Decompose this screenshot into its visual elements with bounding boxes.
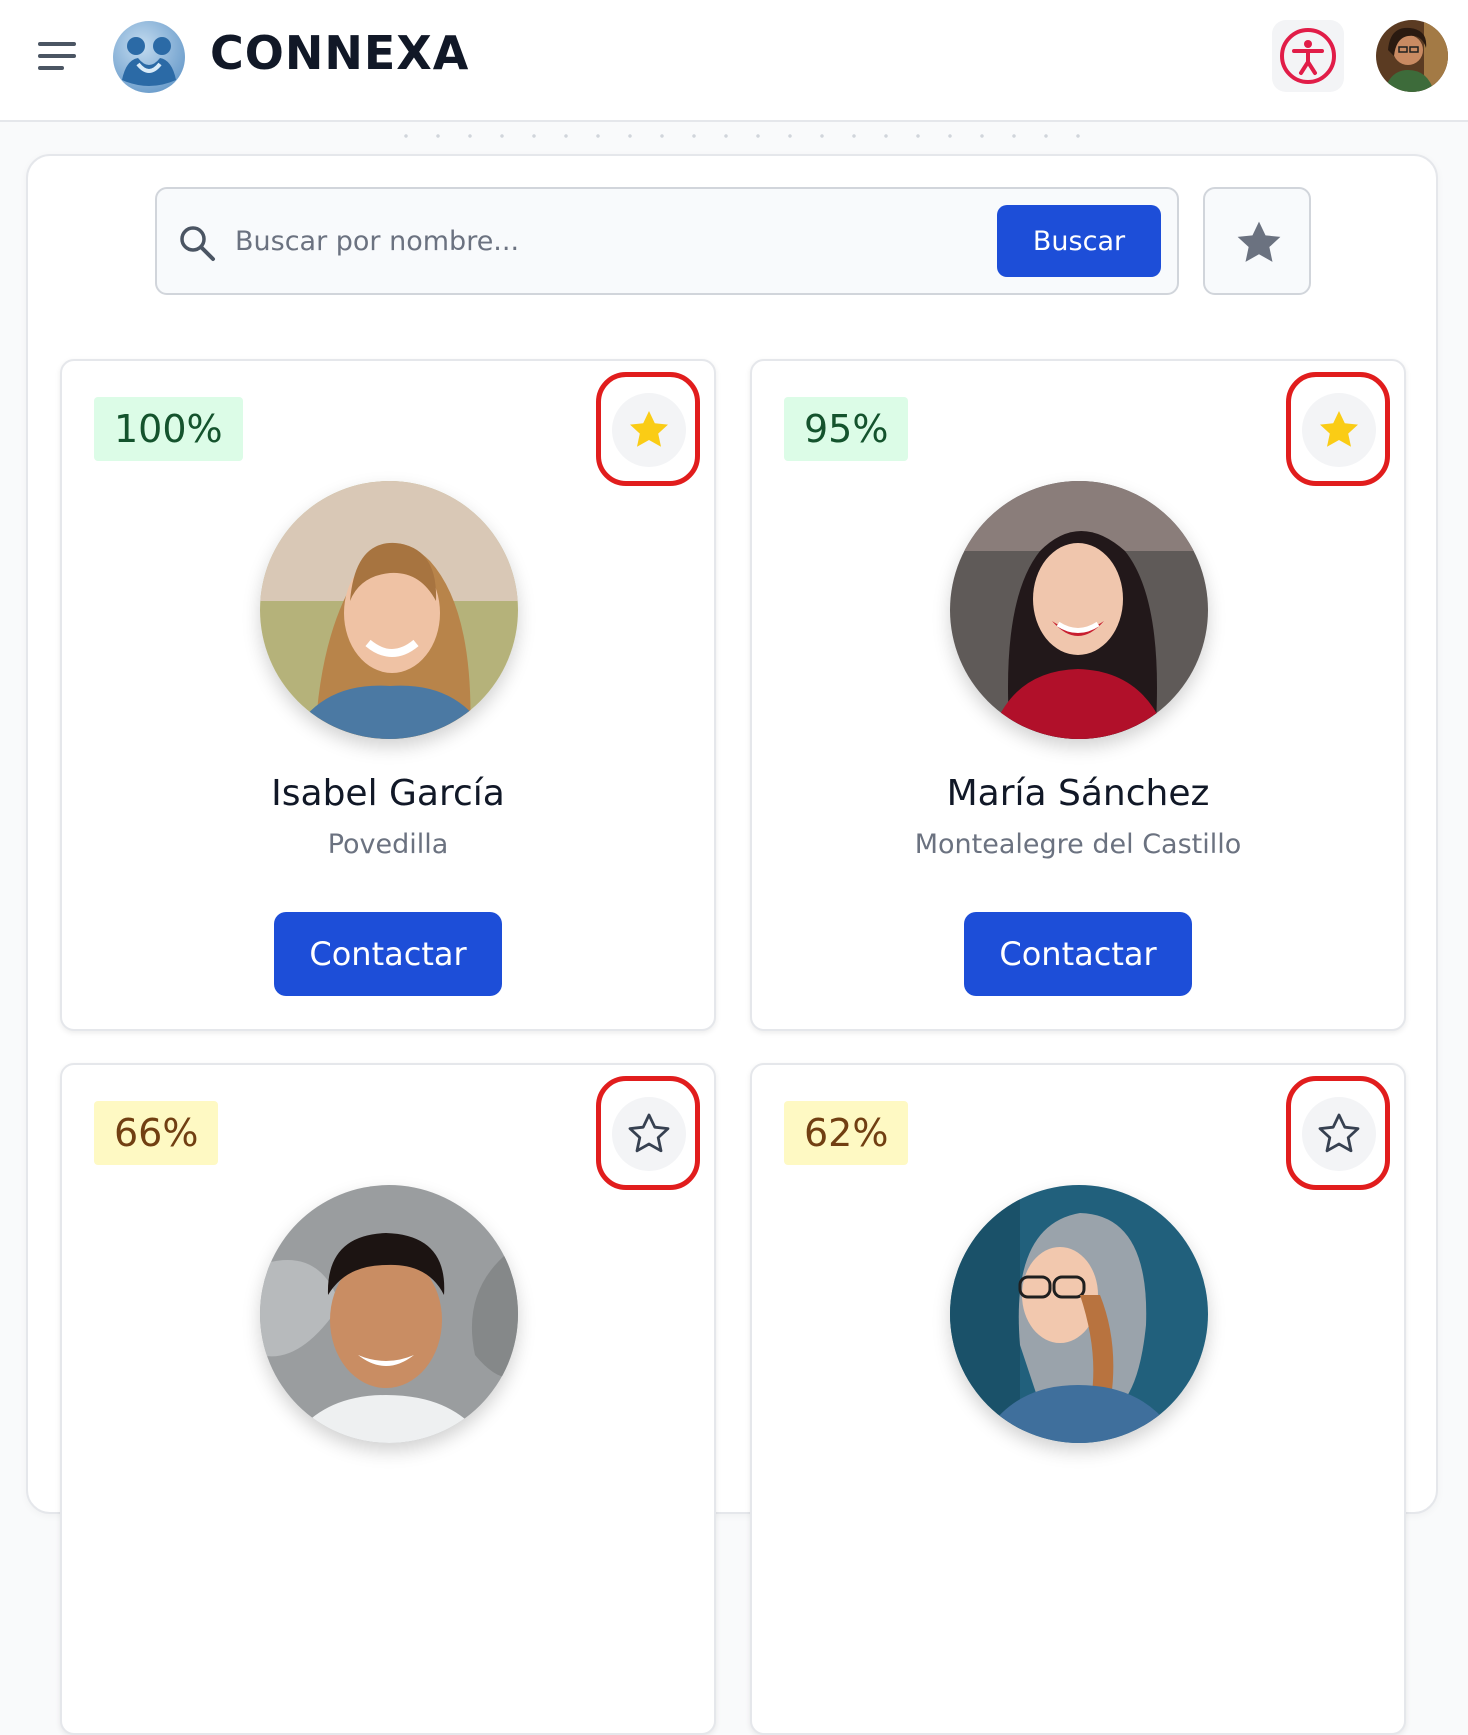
star-filled-icon [1320, 411, 1358, 447]
favorite-toggle[interactable] [1302, 1097, 1376, 1171]
profile-card: 62% [750, 1063, 1406, 1735]
hamburger-menu-icon[interactable] [30, 34, 84, 80]
search-bar: Buscar [155, 187, 1179, 295]
profile-name: María Sánchez [946, 773, 1210, 814]
user-avatar[interactable] [1376, 20, 1448, 92]
match-badge: 66% [94, 1101, 219, 1165]
star-icon [1237, 221, 1281, 262]
accessibility-icon [1280, 28, 1336, 84]
profile-town: Povedilla [327, 829, 449, 860]
favorite-toggle[interactable] [1302, 393, 1376, 467]
search-icon [180, 226, 215, 261]
star-outline-icon [628, 1113, 670, 1153]
profile-name: Isabel García [271, 773, 505, 814]
match-badge: 95% [784, 397, 909, 461]
favorites-filter-button[interactable] [1203, 187, 1311, 295]
search-input[interactable] [235, 209, 975, 273]
profile-card: 95% María Sánchez Montealegre del Castil… [750, 359, 1406, 1031]
search-button[interactable]: Buscar [997, 205, 1161, 277]
brand-name: CONNEXA [210, 26, 470, 80]
people-hug-logo-icon[interactable] [112, 20, 186, 94]
profile-card: 66% [60, 1063, 716, 1735]
match-badge: 100% [94, 397, 243, 461]
profile-photo [260, 1185, 518, 1443]
favorite-toggle[interactable] [612, 393, 686, 467]
profile-card: 100% Isabel García Povedilla Contactar [60, 359, 716, 1031]
profile-photo [950, 1185, 1208, 1443]
favorite-toggle[interactable] [612, 1097, 686, 1171]
star-filled-icon [630, 411, 668, 447]
profile-town: Montealegre del Castillo [914, 829, 1242, 860]
contact-button[interactable]: Contactar [274, 912, 502, 996]
profile-photo [950, 481, 1208, 739]
accessibility-button[interactable] [1272, 20, 1344, 92]
contact-button[interactable]: Contactar [964, 912, 1192, 996]
top-app-bar: CONNEXA [0, 0, 1468, 122]
profile-photo [260, 481, 518, 739]
star-outline-icon [1318, 1113, 1360, 1153]
match-badge: 62% [784, 1101, 909, 1165]
loading-dots [390, 130, 1080, 142]
